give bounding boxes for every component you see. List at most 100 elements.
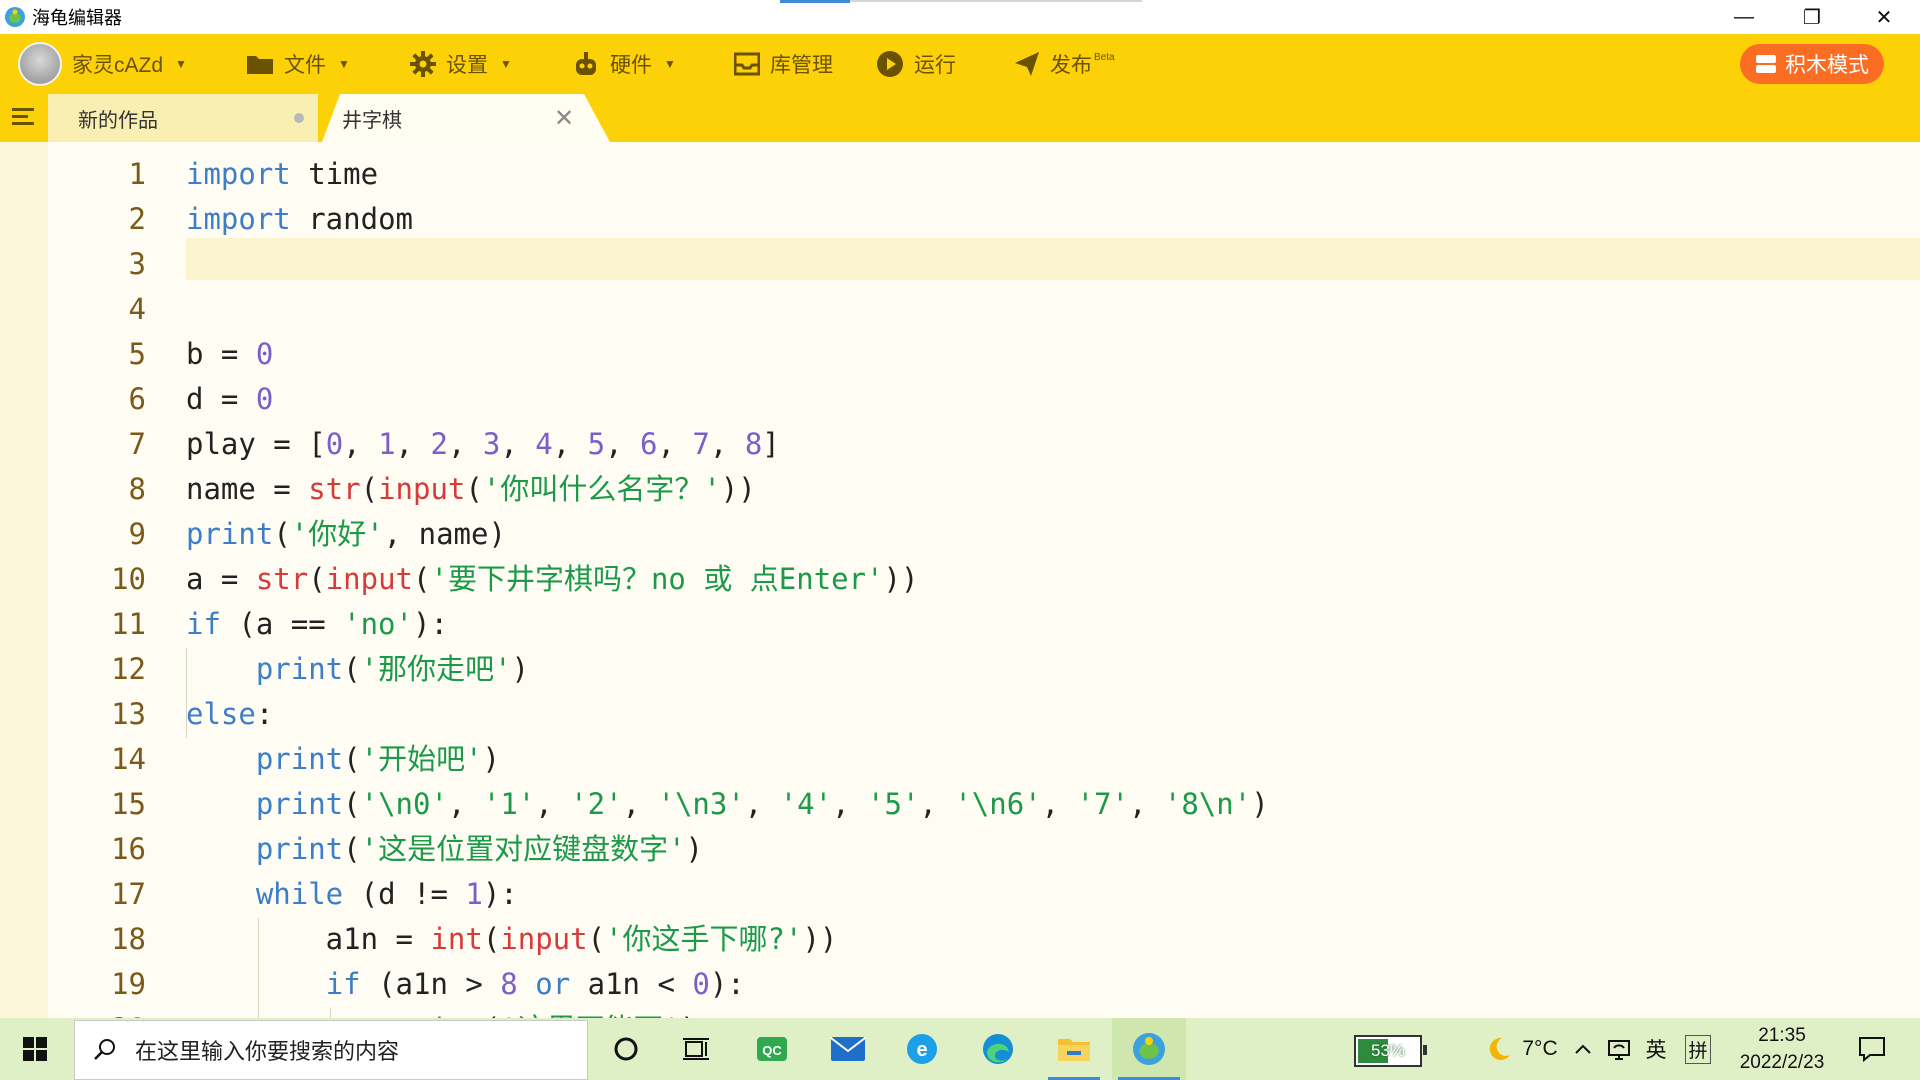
taskbar-app-file-explorer[interactable] bbox=[1042, 1018, 1106, 1080]
code-line[interactable]: 20 print('这里不能下') bbox=[0, 1007, 1269, 1018]
hardware-menu[interactable]: 硬件 ▼ bbox=[572, 34, 676, 94]
tray-overflow-button[interactable] bbox=[1572, 1018, 1594, 1080]
notification-center-button[interactable] bbox=[1846, 1018, 1898, 1080]
code-token: import bbox=[186, 157, 291, 191]
code-line[interactable]: 18 a1n = int(input('你这手下哪?')) bbox=[0, 917, 1269, 962]
code-line[interactable]: 13 else: bbox=[0, 692, 1269, 737]
tab-tic-tac-toe[interactable]: 井字棋 ✕ bbox=[322, 94, 610, 142]
code-token: 0 bbox=[325, 427, 344, 461]
code-token: print bbox=[255, 832, 344, 866]
minimize-button[interactable]: — bbox=[1712, 0, 1776, 34]
code-token: , bbox=[622, 787, 658, 821]
restore-button[interactable]: ❐ bbox=[1780, 0, 1844, 34]
settings-menu[interactable]: 设置 ▼ bbox=[410, 34, 512, 94]
code-token: a1n < bbox=[570, 967, 693, 1001]
line-number: 16 bbox=[111, 832, 146, 866]
code-token: if bbox=[325, 967, 361, 1001]
code-line[interactable]: 6 d = 0 bbox=[0, 377, 1269, 422]
file-explorer-icon bbox=[1058, 1039, 1090, 1061]
code-line[interactable]: 2 import random bbox=[0, 197, 1269, 242]
svg-text:QC: QC bbox=[762, 1043, 782, 1058]
line-number: 1 bbox=[128, 157, 146, 191]
tab-new-work[interactable]: 新的作品 bbox=[48, 94, 318, 142]
battery-indicator[interactable]: 53% bbox=[1354, 1035, 1427, 1067]
publish-button[interactable]: 发布 Beta bbox=[1014, 34, 1115, 94]
ime-language-button[interactable]: 英 bbox=[1638, 1018, 1674, 1080]
code-token: ( bbox=[273, 517, 291, 551]
battery-nub bbox=[1423, 1045, 1427, 1055]
task-view-button[interactable] bbox=[666, 1018, 726, 1080]
taskbar-app-turtle-editor[interactable] bbox=[1112, 1018, 1186, 1080]
close-button[interactable]: ✕ bbox=[1852, 0, 1916, 34]
code-token: ( bbox=[343, 742, 361, 776]
library-manager-button[interactable]: 库管理 bbox=[734, 34, 833, 94]
network-tray-button[interactable] bbox=[1602, 1018, 1636, 1080]
code-token: , bbox=[1041, 787, 1077, 821]
run-toolbar-button[interactable]: 运行 bbox=[876, 34, 956, 94]
code-line[interactable]: 8 name = str(input('你叫什么名字？')) bbox=[0, 467, 1269, 512]
taskbar-app-qc[interactable]: QC bbox=[742, 1018, 802, 1080]
code-line[interactable]: 14 print('开始吧') bbox=[0, 737, 1269, 782]
turtle-app-icon bbox=[1133, 1033, 1165, 1065]
code-line[interactable]: 11 if (a == 'no'): bbox=[0, 602, 1269, 647]
code-line[interactable]: 19 if (a1n > 8 or a1n < 0): bbox=[0, 962, 1269, 1007]
code-token: , bbox=[447, 787, 483, 821]
line-number: 10 bbox=[111, 562, 146, 596]
code-line[interactable]: 9 print('你好', name) bbox=[0, 512, 1269, 557]
taskbar-app-mail[interactable] bbox=[818, 1018, 878, 1080]
weather-widget[interactable]: 7°C bbox=[1466, 1018, 1576, 1080]
close-tab-icon[interactable]: ✕ bbox=[554, 104, 574, 133]
menu-icon[interactable] bbox=[10, 104, 36, 130]
code-token: , name) bbox=[383, 517, 506, 551]
code-line[interactable]: 7 play = [0, 1, 2, 3, 4, 5, 6, 7, 8] bbox=[0, 422, 1269, 467]
windows-logo-icon bbox=[23, 1037, 47, 1061]
code-token: ( bbox=[308, 562, 326, 596]
taskbar-app-ie[interactable]: e bbox=[892, 1018, 952, 1080]
line-number: 5 bbox=[128, 337, 146, 371]
code-token: input bbox=[325, 562, 414, 596]
start-button[interactable] bbox=[8, 1018, 62, 1080]
code-line[interactable]: 10 a = str(input('要下井字棋吗？no 或 点Enter')) bbox=[0, 557, 1269, 602]
code-token: print bbox=[255, 742, 344, 776]
code-area[interactable]: 1 import time 2 import random 3 4 5 b = 06d = 0… bbox=[0, 152, 1269, 1018]
taskbar-app-edge[interactable] bbox=[968, 1018, 1028, 1080]
restore-icon: ❐ bbox=[1803, 6, 1821, 29]
code-token: 1 bbox=[465, 877, 483, 911]
code-token: ( bbox=[343, 832, 361, 866]
inbox-icon bbox=[734, 52, 760, 76]
code-token: , bbox=[447, 427, 483, 461]
code-token: 8 bbox=[744, 427, 763, 461]
tab-label: 井字棋 bbox=[342, 109, 402, 132]
ime-mode-button[interactable]: 拼 bbox=[1680, 1018, 1716, 1080]
code-line[interactable]: 4 bbox=[0, 287, 1269, 332]
code-token: '1' bbox=[482, 787, 536, 821]
window-titlebar: 海龟编辑器 — ❐ ✕ bbox=[0, 0, 1920, 34]
block-mode-button[interactable]: 积木模式 bbox=[1740, 44, 1884, 84]
cortana-button[interactable] bbox=[596, 1018, 656, 1080]
unsaved-dot-icon bbox=[294, 113, 304, 123]
file-menu[interactable]: 文件 ▼ bbox=[246, 34, 350, 94]
code-editor[interactable]: 1 import time 2 import random 3 4 5 b = 06d = 0… bbox=[0, 142, 1920, 1018]
code-token: 5 bbox=[587, 427, 606, 461]
user-menu[interactable]: 家灵cAZd ▼ bbox=[18, 34, 187, 94]
code-token: input bbox=[500, 922, 588, 956]
folder-icon bbox=[247, 56, 273, 74]
code-token: play = [ bbox=[186, 427, 326, 461]
code-line[interactable]: 15 print('\n0', '1', '2', '\n3', '4', '5… bbox=[0, 782, 1269, 827]
code-token: 0 bbox=[255, 337, 274, 371]
code-token: )) bbox=[883, 562, 919, 596]
code-line[interactable]: 17 while (d != 1): bbox=[0, 872, 1269, 917]
line-number: 15 bbox=[111, 787, 146, 821]
code-line[interactable]: 1 import time bbox=[0, 152, 1269, 197]
code-token: '5' bbox=[867, 787, 920, 821]
code-line[interactable]: 5 b = 0 bbox=[0, 332, 1269, 377]
code-line[interactable]: 16 print('这是位置对应键盘数字') bbox=[0, 827, 1269, 872]
code-token: , bbox=[709, 427, 745, 461]
system-clock[interactable]: 21:35 2022/2/23 bbox=[1730, 1022, 1834, 1076]
code-line[interactable]: 12 print('那你走吧') bbox=[0, 647, 1269, 692]
taskbar-search[interactable]: 在这里输入你要搜索的内容 bbox=[74, 1020, 588, 1080]
line-number: 11 bbox=[111, 607, 146, 641]
code-line[interactable]: 3 bbox=[0, 242, 1269, 287]
